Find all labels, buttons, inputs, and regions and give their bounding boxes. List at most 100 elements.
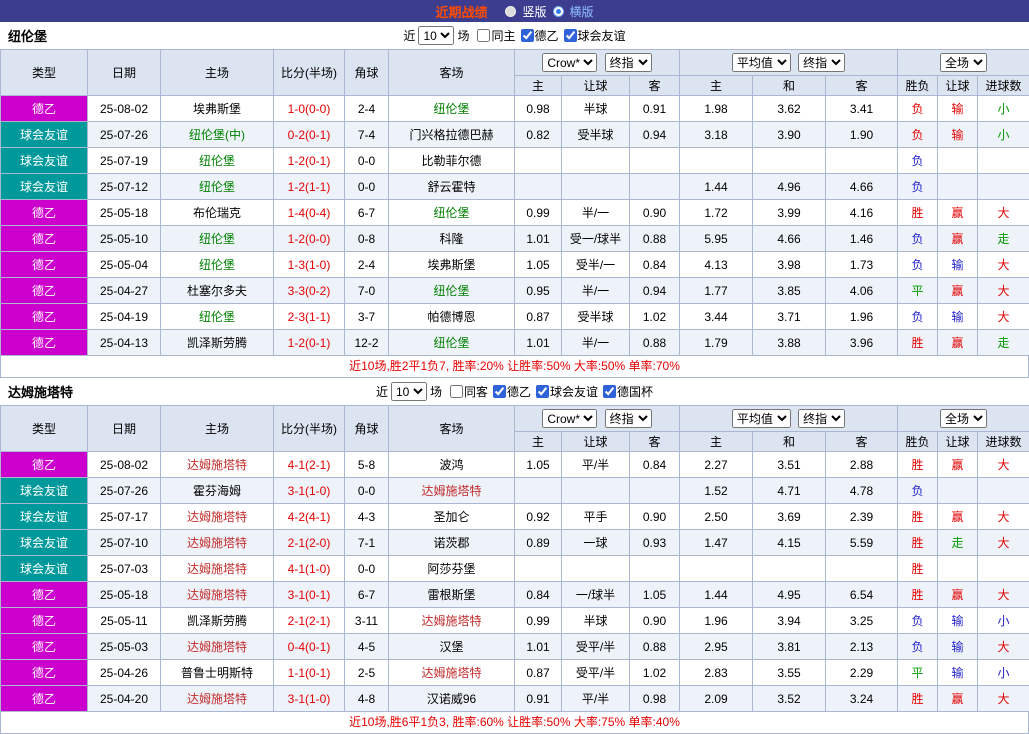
home-team[interactable]: 达姆施塔特 <box>161 504 274 530</box>
away-team[interactable]: 汉诺威96 <box>389 686 515 712</box>
away-team[interactable]: 纽伦堡 <box>389 200 515 226</box>
away-team[interactable]: 波鸿 <box>389 452 515 478</box>
home-team[interactable]: 凯泽斯劳腾 <box>161 330 274 356</box>
away-team[interactable]: 圣加仑 <box>389 504 515 530</box>
away-team[interactable]: 科隆 <box>389 226 515 252</box>
home-team[interactable]: 达姆施塔特 <box>161 686 274 712</box>
euro-draw-odds: 3.90 <box>753 122 826 148</box>
league-filter-checkbox[interactable] <box>493 385 506 398</box>
away-team[interactable]: 帕德博恩 <box>389 304 515 330</box>
bookmaker-select[interactable]: Crow* <box>542 409 597 428</box>
league-filter-checkbox[interactable] <box>603 385 616 398</box>
euro-avg-select[interactable]: 平均值 <box>732 409 791 428</box>
home-team[interactable]: 普鲁士明斯特 <box>161 660 274 686</box>
asian-odds-type-select[interactable]: 终指 <box>605 409 652 428</box>
league-filter[interactable]: 德乙 <box>493 383 531 400</box>
euro-draw-odds: 3.88 <box>753 330 826 356</box>
league-filter-checkbox[interactable] <box>450 385 463 398</box>
home-team[interactable]: 纽伦堡 <box>161 252 274 278</box>
handicap-result <box>938 174 978 200</box>
away-team[interactable]: 纽伦堡 <box>389 278 515 304</box>
away-team[interactable]: 达姆施塔特 <box>389 660 515 686</box>
scope-select[interactable]: 全场 <box>940 53 987 72</box>
league-badge: 德乙 <box>1 582 88 608</box>
away-team[interactable]: 达姆施塔特 <box>389 608 515 634</box>
home-team[interactable]: 达姆施塔特 <box>161 452 274 478</box>
away-team[interactable]: 汉堡 <box>389 634 515 660</box>
wdl-result: 胜 <box>898 452 938 478</box>
league-badge: 德乙 <box>1 686 88 712</box>
away-team[interactable]: 舒云霍特 <box>389 174 515 200</box>
near-label: 近 <box>403 27 415 44</box>
asian-odds-header: Crow* 终指 <box>515 50 680 76</box>
vertical-layout-label[interactable]: 竖版 <box>522 3 546 20</box>
handicap-result: 输 <box>938 252 978 278</box>
away-team[interactable]: 纽伦堡 <box>389 330 515 356</box>
summary-line: 近10场,胜2平1负7, 胜率:20% 让胜率:50% 大率:50% 单率:70… <box>0 356 1029 378</box>
league-filter-checkbox[interactable] <box>564 29 577 42</box>
euro-away-odds: 6.54 <box>826 582 898 608</box>
away-team[interactable]: 诺茨郡 <box>389 530 515 556</box>
col-corner: 角球 <box>345 50 389 96</box>
home-team[interactable]: 布伦瑞克 <box>161 200 274 226</box>
match-row: 德乙25-05-10纽伦堡1-2(0-0)0-8科隆1.01受一/球半0.885… <box>1 226 1029 252</box>
away-team[interactable]: 纽伦堡 <box>389 96 515 122</box>
col-asian-handicap: 让球 <box>562 432 630 452</box>
col-asian-home: 主 <box>515 432 562 452</box>
home-team[interactable]: 纽伦堡 <box>161 304 274 330</box>
handicap-result: 赢 <box>938 504 978 530</box>
away-team[interactable]: 达姆施塔特 <box>389 478 515 504</box>
away-team[interactable]: 埃弗斯堡 <box>389 252 515 278</box>
goals-result: 大 <box>978 686 1029 712</box>
euro-avg-select[interactable]: 平均值 <box>732 53 791 72</box>
scope-select[interactable]: 全场 <box>940 409 987 428</box>
home-team[interactable]: 霍芬海姆 <box>161 478 274 504</box>
euro-draw-odds: 3.85 <box>753 278 826 304</box>
recent-count-select[interactable]: 10 <box>391 382 427 401</box>
league-filter[interactable]: 同主 <box>477 27 515 44</box>
section-header: 纽伦堡 近 10 场 同主德乙球会友谊 <box>0 22 1029 49</box>
away-team[interactable]: 雷根斯堡 <box>389 582 515 608</box>
home-team[interactable]: 纽伦堡 <box>161 174 274 200</box>
away-team[interactable]: 阿莎芬堡 <box>389 556 515 582</box>
home-team[interactable]: 凯泽斯劳腾 <box>161 608 274 634</box>
home-team[interactable]: 纽伦堡 <box>161 148 274 174</box>
home-team[interactable]: 达姆施塔特 <box>161 530 274 556</box>
away-team[interactable]: 比勒菲尔德 <box>389 148 515 174</box>
league-filter[interactable]: 球会友谊 <box>536 383 598 400</box>
bookmaker-select[interactable]: Crow* <box>542 53 597 72</box>
horizontal-layout-label[interactable]: 横版 <box>570 3 594 20</box>
match-row: 德乙25-04-26普鲁士明斯特1-1(0-1)2-5达姆施塔特0.87受平/半… <box>1 660 1029 686</box>
col-asian-away: 客 <box>630 432 680 452</box>
league-filter[interactable]: 德乙 <box>521 27 559 44</box>
league-filter[interactable]: 球会友谊 <box>564 27 626 44</box>
euro-draw-odds: 3.98 <box>753 252 826 278</box>
league-filter-checkbox[interactable] <box>521 29 534 42</box>
home-team[interactable]: 达姆施塔特 <box>161 634 274 660</box>
league-filter-checkbox[interactable] <box>536 385 549 398</box>
euro-odds-type-select[interactable]: 终指 <box>798 409 845 428</box>
recent-count-select[interactable]: 10 <box>418 26 454 45</box>
home-team[interactable]: 纽伦堡 <box>161 226 274 252</box>
horizontal-layout-radio[interactable] <box>553 6 564 17</box>
league-filter-checkbox[interactable] <box>477 29 490 42</box>
away-team[interactable]: 门兴格拉德巴赫 <box>389 122 515 148</box>
league-filter[interactable]: 德国杯 <box>603 383 653 400</box>
match-row: 球会友谊25-07-10达姆施塔特2-1(2-0)7-1诺茨郡0.89一球0.9… <box>1 530 1029 556</box>
asian-away-odds: 0.94 <box>630 278 680 304</box>
handicap-result: 输 <box>938 634 978 660</box>
asian-handicap-line: 一球 <box>562 530 630 556</box>
league-filter[interactable]: 同客 <box>450 383 488 400</box>
home-team[interactable]: 杜塞尔多夫 <box>161 278 274 304</box>
vertical-layout-radio[interactable] <box>505 6 516 17</box>
euro-home-odds: 1.52 <box>680 478 753 504</box>
asian-home-odds: 0.87 <box>515 660 562 686</box>
asian-odds-type-select[interactable]: 终指 <box>605 53 652 72</box>
home-team[interactable]: 纽伦堡(中) <box>161 122 274 148</box>
col-euro-home: 主 <box>680 432 753 452</box>
home-team[interactable]: 达姆施塔特 <box>161 582 274 608</box>
home-team[interactable]: 埃弗斯堡 <box>161 96 274 122</box>
euro-draw-odds: 4.96 <box>753 174 826 200</box>
euro-odds-type-select[interactable]: 终指 <box>798 53 845 72</box>
home-team[interactable]: 达姆施塔特 <box>161 556 274 582</box>
